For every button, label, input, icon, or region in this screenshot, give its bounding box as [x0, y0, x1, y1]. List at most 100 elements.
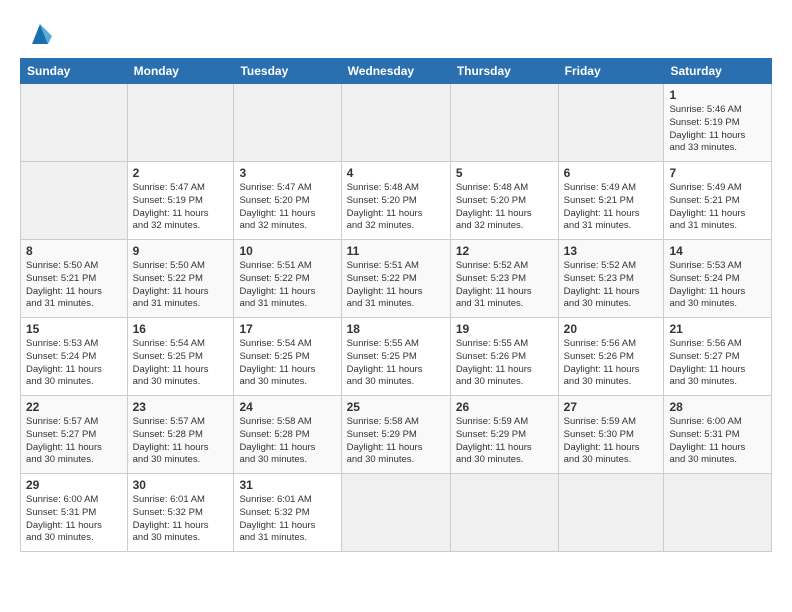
day-number: 30 [133, 478, 229, 492]
day-info: Sunrise: 5:54 AM Sunset: 5:25 PM Dayligh… [239, 338, 335, 389]
col-header-sunday: Sunday [21, 59, 128, 84]
header-row: SundayMondayTuesdayWednesdayThursdayFrid… [21, 59, 772, 84]
day-number: 26 [456, 400, 553, 414]
logo-icon [24, 16, 56, 48]
day-cell: 24Sunrise: 5:58 AM Sunset: 5:28 PM Dayli… [234, 396, 341, 474]
day-cell: 13 Sunrise: 5:52 AM Sunset: 5:23 PM Dayli… [558, 240, 664, 318]
day-cell: 11Sunrise: 5:51 AM Sunset: 5:22 PM Dayli… [341, 240, 450, 318]
day-number: 18 [347, 322, 445, 336]
day-cell [664, 474, 772, 552]
week-row-2: 8 Sunrise: 5:50 AM Sunset: 5:21 PM Daylig… [21, 240, 772, 318]
day-info: Sunrise: 6:01 AM Sunset: 5:32 PM Dayligh… [133, 494, 229, 545]
day-number: 1 [669, 88, 766, 102]
day-info: Sunrise: 5:59 AM Sunset: 5:30 PM Dayligh… [564, 416, 659, 467]
col-header-friday: Friday [558, 59, 664, 84]
day-cell: 21Sunrise: 5:56 AM Sunset: 5:27 PM Dayli… [664, 318, 772, 396]
day-info: Sunrise: 5:55 AM Sunset: 5:25 PM Dayligh… [347, 338, 445, 389]
day-number: 6 [564, 166, 659, 180]
day-info: Sunrise: 5:47 AM Sunset: 5:19 PM Dayligh… [133, 182, 229, 233]
day-cell: 27 Sunrise: 5:59 AM Sunset: 5:30 PM Dayli… [558, 396, 664, 474]
week-row-3: 15 Sunrise: 5:53 AM Sunset: 5:24 PM Dayli… [21, 318, 772, 396]
day-info: Sunrise: 5:50 AM Sunset: 5:21 PM Dayligh… [26, 260, 122, 311]
day-info: Sunrise: 5:50 AM Sunset: 5:22 PM Dayligh… [133, 260, 229, 311]
day-cell: 8 Sunrise: 5:50 AM Sunset: 5:21 PM Daylig… [21, 240, 128, 318]
day-number: 11 [347, 244, 445, 258]
day-number: 16 [133, 322, 229, 336]
day-cell: 2 Sunrise: 5:47 AM Sunset: 5:19 PM Daylig… [127, 162, 234, 240]
calendar-table: SundayMondayTuesdayWednesdayThursdayFrid… [20, 58, 772, 552]
day-number: 14 [669, 244, 766, 258]
col-header-wednesday: Wednesday [341, 59, 450, 84]
day-info: Sunrise: 5:57 AM Sunset: 5:28 PM Dayligh… [133, 416, 229, 467]
day-info: Sunrise: 5:58 AM Sunset: 5:28 PM Dayligh… [239, 416, 335, 467]
day-number: 4 [347, 166, 445, 180]
day-info: Sunrise: 5:55 AM Sunset: 5:26 PM Dayligh… [456, 338, 553, 389]
day-info: Sunrise: 5:53 AM Sunset: 5:24 PM Dayligh… [26, 338, 122, 389]
day-info: Sunrise: 5:59 AM Sunset: 5:29 PM Dayligh… [456, 416, 553, 467]
header [20, 16, 772, 48]
day-cell: 18 Sunrise: 5:55 AM Sunset: 5:25 PM Dayli… [341, 318, 450, 396]
day-cell: 10 Sunrise: 5:51 AM Sunset: 5:22 PM Dayli… [234, 240, 341, 318]
day-cell [21, 162, 128, 240]
day-info: Sunrise: 5:58 AM Sunset: 5:29 PM Dayligh… [347, 416, 445, 467]
day-cell [234, 84, 341, 162]
day-info: Sunrise: 5:46 AM Sunset: 5:19 PM Dayligh… [669, 104, 766, 155]
day-cell: 17 Sunrise: 5:54 AM Sunset: 5:25 PM Dayli… [234, 318, 341, 396]
day-number: 12 [456, 244, 553, 258]
day-info: Sunrise: 5:56 AM Sunset: 5:26 PM Dayligh… [564, 338, 659, 389]
day-cell [341, 474, 450, 552]
day-number: 13 [564, 244, 659, 258]
day-cell: 9 Sunrise: 5:50 AM Sunset: 5:22 PM Daylig… [127, 240, 234, 318]
col-header-saturday: Saturday [664, 59, 772, 84]
day-number: 10 [239, 244, 335, 258]
day-cell: 30 Sunrise: 6:01 AM Sunset: 5:32 PM Dayli… [127, 474, 234, 552]
day-cell [450, 474, 558, 552]
day-cell [558, 474, 664, 552]
day-number: 29 [26, 478, 122, 492]
day-info: Sunrise: 5:57 AM Sunset: 5:27 PM Dayligh… [26, 416, 122, 467]
day-info: Sunrise: 5:52 AM Sunset: 5:23 PM Dayligh… [564, 260, 659, 311]
day-number: 19 [456, 322, 553, 336]
day-number: 2 [133, 166, 229, 180]
logo [20, 16, 56, 48]
day-info: Sunrise: 5:53 AM Sunset: 5:24 PM Dayligh… [669, 260, 766, 311]
day-cell: 23 Sunrise: 5:57 AM Sunset: 5:28 PM Dayli… [127, 396, 234, 474]
day-cell [450, 84, 558, 162]
day-cell: 20Sunrise: 5:56 AM Sunset: 5:26 PM Dayli… [558, 318, 664, 396]
day-cell: 15 Sunrise: 5:53 AM Sunset: 5:24 PM Dayli… [21, 318, 128, 396]
day-number: 8 [26, 244, 122, 258]
day-cell: 7Sunrise: 5:49 AM Sunset: 5:21 PM Daylig… [664, 162, 772, 240]
day-cell [341, 84, 450, 162]
day-cell: 3 Sunrise: 5:47 AM Sunset: 5:20 PM Daylig… [234, 162, 341, 240]
day-info: Sunrise: 5:47 AM Sunset: 5:20 PM Dayligh… [239, 182, 335, 233]
day-cell: 25Sunrise: 5:58 AM Sunset: 5:29 PM Dayli… [341, 396, 450, 474]
day-number: 31 [239, 478, 335, 492]
day-cell [558, 84, 664, 162]
week-row-5: 29 Sunrise: 6:00 AM Sunset: 5:31 PM Dayli… [21, 474, 772, 552]
day-number: 17 [239, 322, 335, 336]
day-cell [127, 84, 234, 162]
day-number: 15 [26, 322, 122, 336]
day-cell: 26 Sunrise: 5:59 AM Sunset: 5:29 PM Dayli… [450, 396, 558, 474]
day-number: 27 [564, 400, 659, 414]
col-header-monday: Monday [127, 59, 234, 84]
day-number: 23 [133, 400, 229, 414]
day-cell: 31Sunrise: 6:01 AM Sunset: 5:32 PM Dayli… [234, 474, 341, 552]
day-number: 9 [133, 244, 229, 258]
day-cell: 29 Sunrise: 6:00 AM Sunset: 5:31 PM Dayli… [21, 474, 128, 552]
day-cell: 5Sunrise: 5:48 AM Sunset: 5:20 PM Daylig… [450, 162, 558, 240]
day-info: Sunrise: 5:49 AM Sunset: 5:21 PM Dayligh… [564, 182, 659, 233]
day-info: Sunrise: 5:49 AM Sunset: 5:21 PM Dayligh… [669, 182, 766, 233]
day-cell [21, 84, 128, 162]
day-info: Sunrise: 6:00 AM Sunset: 5:31 PM Dayligh… [26, 494, 122, 545]
day-number: 3 [239, 166, 335, 180]
day-cell: 14 Sunrise: 5:53 AM Sunset: 5:24 PM Dayli… [664, 240, 772, 318]
day-info: Sunrise: 5:56 AM Sunset: 5:27 PM Dayligh… [669, 338, 766, 389]
day-info: Sunrise: 5:52 AM Sunset: 5:23 PM Dayligh… [456, 260, 553, 311]
day-info: Sunrise: 5:54 AM Sunset: 5:25 PM Dayligh… [133, 338, 229, 389]
day-info: Sunrise: 5:48 AM Sunset: 5:20 PM Dayligh… [347, 182, 445, 233]
day-cell: 1 Sunrise: 5:46 AM Sunset: 5:19 PM Daylig… [664, 84, 772, 162]
day-cell: 28Sunrise: 6:00 AM Sunset: 5:31 PM Dayli… [664, 396, 772, 474]
day-cell: 19 Sunrise: 5:55 AM Sunset: 5:26 PM Dayli… [450, 318, 558, 396]
day-info: Sunrise: 5:51 AM Sunset: 5:22 PM Dayligh… [239, 260, 335, 311]
